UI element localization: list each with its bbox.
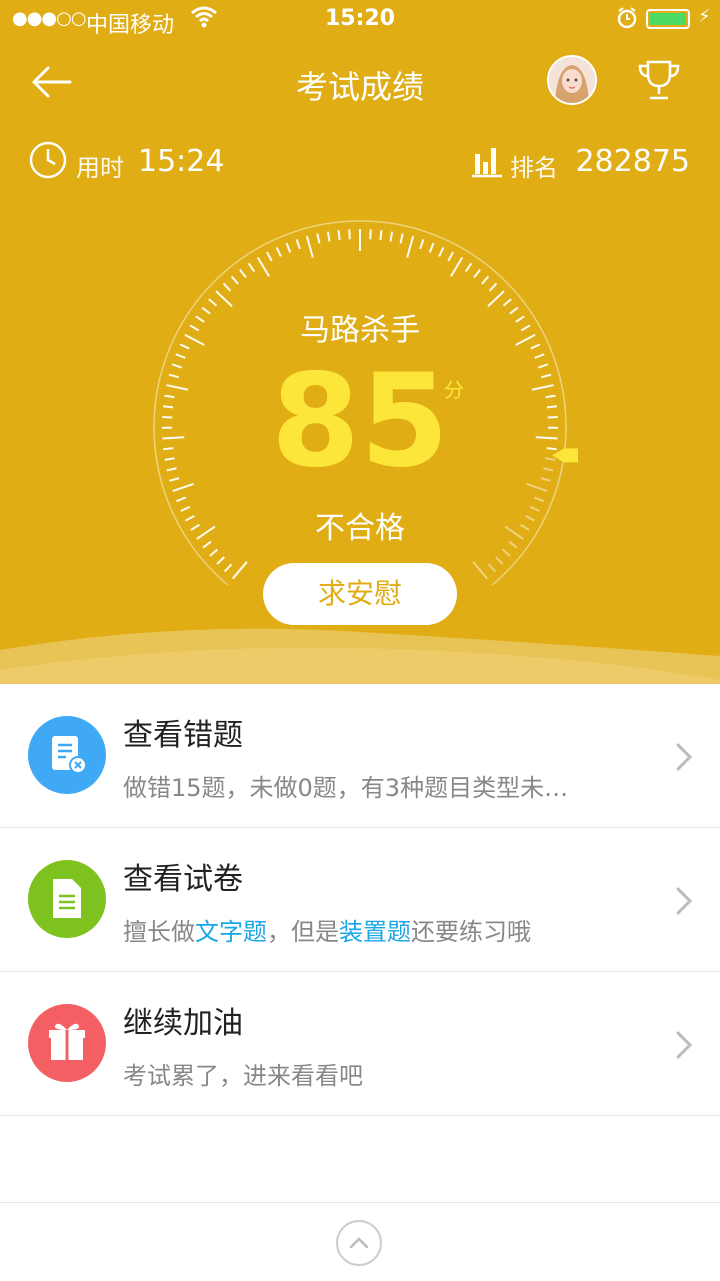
chevron-right-icon — [672, 1028, 696, 1062]
gauge-tick — [448, 252, 453, 261]
rank-label: 排名 — [510, 148, 558, 183]
gauge-tick — [349, 229, 350, 239]
battery-icon — [646, 9, 690, 29]
gauge-tick — [307, 236, 313, 257]
item-title: 查看错题 — [123, 710, 243, 754]
gauge-tick — [390, 232, 392, 242]
gauge-tick — [277, 247, 281, 256]
gauge-tick — [297, 239, 300, 248]
score-value: 85 — [0, 352, 720, 492]
status-time: 15:20 — [0, 6, 720, 31]
item-subtitle: 做错15题，未做0题，有3种题目类型未… — [123, 768, 568, 803]
gauge-tick — [267, 252, 272, 261]
gauge-tick — [249, 263, 255, 271]
gauge-tick — [488, 564, 495, 571]
gauge-tick — [496, 557, 503, 564]
gauge-tick — [439, 247, 443, 256]
gauge-tick — [466, 263, 472, 271]
gauge-tick — [210, 550, 218, 557]
gauge-tick — [430, 243, 434, 252]
time-label: 用时 — [76, 148, 124, 183]
score-unit: 分 — [444, 374, 464, 403]
gauge-tick — [176, 497, 185, 501]
item-title: 查看试卷 — [123, 854, 243, 898]
avatar[interactable] — [547, 55, 597, 105]
gauge-tick — [240, 270, 246, 278]
time-value: 15:24 — [138, 144, 224, 179]
scroll-up-button[interactable] — [336, 1220, 382, 1266]
gift-icon — [28, 1004, 106, 1082]
clock-icon — [28, 140, 68, 184]
list-item-wrong-questions[interactable]: 查看错题 做错15题，未做0题，有3种题目类型未… — [0, 684, 720, 828]
chevron-right-icon — [672, 740, 696, 774]
trophy-icon[interactable] — [636, 58, 682, 104]
list-item-view-paper[interactable]: 查看试卷 擅长做文字题，但是装置题还要练习哦 — [0, 828, 720, 972]
pass-status: 不合格 — [0, 503, 720, 547]
gauge-tick — [380, 230, 381, 240]
gauge-tick — [287, 243, 291, 252]
document-icon — [28, 860, 106, 938]
gauge-tick — [474, 270, 480, 278]
bar-chart-icon — [470, 144, 504, 182]
gauge-tick — [370, 229, 371, 239]
gauge-tick — [488, 291, 504, 306]
gauge-tick — [224, 284, 231, 291]
gauge-tick — [451, 257, 462, 276]
action-list: 查看错题 做错15题，未做0题，有3种题目类型未… 查看试卷 擅长做文字题，但是… — [0, 684, 720, 1116]
nav-bar: 考试成绩 — [0, 40, 720, 124]
bottom-bar — [0, 1202, 720, 1281]
item-title: 继续加油 — [123, 998, 243, 1042]
gauge-tick — [490, 284, 497, 291]
charging-icon: ⚡ — [698, 6, 711, 27]
gauge-tick — [328, 232, 330, 242]
gauge-tick — [258, 257, 269, 276]
gauge-tick — [534, 497, 543, 501]
list-item-keep-going[interactable]: 继续加油 考试累了，进来看看吧 — [0, 972, 720, 1116]
gauge-tick — [401, 234, 403, 244]
rank-title: 马路杀手 — [0, 305, 720, 349]
result-header: ●●●○○ 中国移动 15:20 ⚡ 考试成绩 用时 15:24 — [0, 0, 720, 684]
alarm-icon — [616, 6, 638, 36]
gauge-tick — [407, 236, 413, 257]
rank-value: 282875 — [575, 144, 690, 179]
gauge-tick — [217, 557, 224, 564]
gauge-tick — [503, 550, 511, 557]
gauge-tick — [420, 239, 423, 248]
item-subtitle: 擅长做文字题，但是装置题还要练习哦 — [123, 912, 531, 947]
chevron-right-icon — [672, 884, 696, 918]
ranking: 排名 282875 — [470, 140, 690, 182]
wave-decoration — [0, 610, 720, 684]
gauge-tick — [216, 291, 232, 306]
gauge-tick — [317, 234, 319, 244]
gauge-tick — [232, 276, 238, 284]
item-subtitle: 考试累了，进来看看吧 — [123, 1056, 363, 1091]
page-title: 考试成绩 — [0, 62, 720, 108]
gauge-tick — [473, 562, 487, 579]
status-bar: ●●●○○ 中国移动 15:20 ⚡ — [0, 0, 720, 40]
gauge-tick — [233, 562, 247, 579]
wrong-questions-icon — [28, 716, 106, 794]
gauge-tick — [225, 564, 232, 571]
gauge-tick — [339, 230, 340, 240]
gauge-tick — [482, 276, 488, 284]
